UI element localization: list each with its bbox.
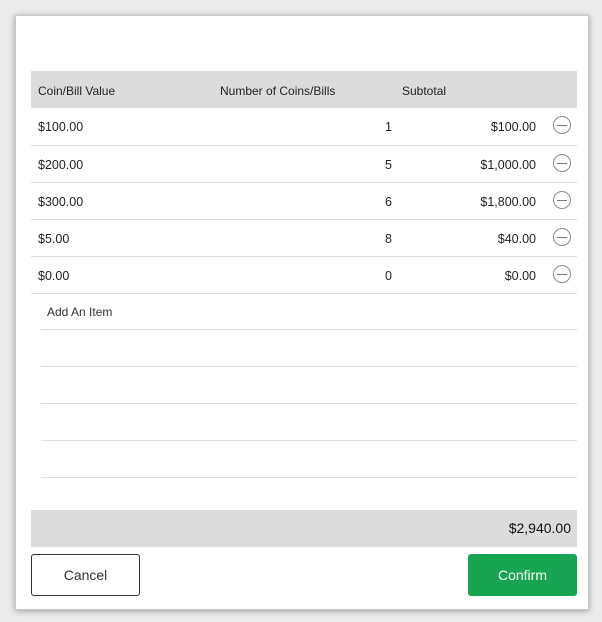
column-header-count: Number of Coins/Bills xyxy=(220,84,336,98)
count-cell[interactable]: 6 xyxy=(385,195,392,209)
subtotal-cell: $1,000.00 xyxy=(480,158,536,172)
add-item-row[interactable]: Add An Item xyxy=(41,293,577,330)
empty-row-divider xyxy=(41,477,577,478)
remove-row-icon[interactable] xyxy=(553,116,571,134)
table-body: $100.00 1 $100.00 $200.00 5 $1,000.00 $3… xyxy=(31,108,577,294)
subtotal-cell: $0.00 xyxy=(504,269,536,283)
empty-row-divider xyxy=(41,403,577,404)
value-cell[interactable]: $100.00 xyxy=(38,120,83,134)
cancel-button[interactable]: Cancel xyxy=(31,554,140,596)
confirm-button[interactable]: Confirm xyxy=(468,554,577,596)
remove-row-icon[interactable] xyxy=(553,265,571,283)
value-cell[interactable]: $300.00 xyxy=(38,195,83,209)
column-header-subtotal: Subtotal xyxy=(402,84,447,98)
value-cell[interactable]: $200.00 xyxy=(38,158,83,172)
table-row[interactable]: $0.00 0 $0.00 xyxy=(31,257,577,294)
value-cell[interactable]: $0.00 xyxy=(38,269,69,283)
count-cell[interactable]: 1 xyxy=(385,120,392,134)
remove-row-icon[interactable] xyxy=(553,228,571,246)
subtotal-cell: $40.00 xyxy=(497,232,536,246)
remove-row-icon[interactable] xyxy=(553,154,571,172)
total-bar: $2,940.00 xyxy=(31,510,577,547)
table-header: Coin/Bill Value Number of Coins/Bills Su… xyxy=(31,71,577,108)
subtotal-cell: $1,800.00 xyxy=(480,195,536,209)
table-row[interactable]: $5.00 8 $40.00 xyxy=(31,220,577,257)
add-item-label[interactable]: Add An Item xyxy=(47,305,112,319)
count-cell[interactable]: 8 xyxy=(385,232,392,246)
grand-total: $2,940.00 xyxy=(508,520,571,536)
column-header-value: Coin/Bill Value xyxy=(38,84,116,98)
table-row[interactable]: $100.00 1 $100.00 xyxy=(31,108,577,146)
value-cell[interactable]: $5.00 xyxy=(38,232,69,246)
table-row[interactable]: $200.00 5 $1,000.00 xyxy=(31,146,577,183)
count-cell[interactable]: 0 xyxy=(385,269,392,283)
empty-row-divider xyxy=(41,366,577,367)
count-cell[interactable]: 5 xyxy=(385,158,392,172)
count-dialog: Coin/Bill Value Number of Coins/Bills Su… xyxy=(15,15,589,610)
empty-row-divider xyxy=(41,440,577,441)
subtotal-cell: $100.00 xyxy=(490,120,536,134)
remove-row-icon[interactable] xyxy=(553,191,571,209)
table-row[interactable]: $300.00 6 $1,800.00 xyxy=(31,183,577,220)
